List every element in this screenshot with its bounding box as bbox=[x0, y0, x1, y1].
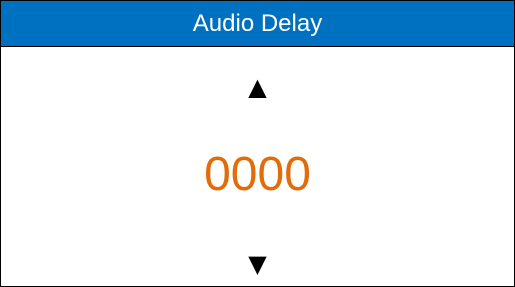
increase-arrow-button[interactable]: ▲ bbox=[1, 75, 514, 99]
page-title: Audio Delay bbox=[192, 9, 323, 37]
up-arrow-icon: ▲ bbox=[248, 73, 267, 101]
delay-value: 0000 bbox=[204, 148, 311, 201]
decrease-arrow-button[interactable]: ▼ bbox=[1, 252, 514, 276]
down-arrow-icon: ▼ bbox=[248, 250, 267, 278]
audio-delay-panel: Audio Delay ▲ 0000 ▼ bbox=[0, 0, 515, 287]
title-bar: Audio Delay bbox=[1, 1, 514, 47]
